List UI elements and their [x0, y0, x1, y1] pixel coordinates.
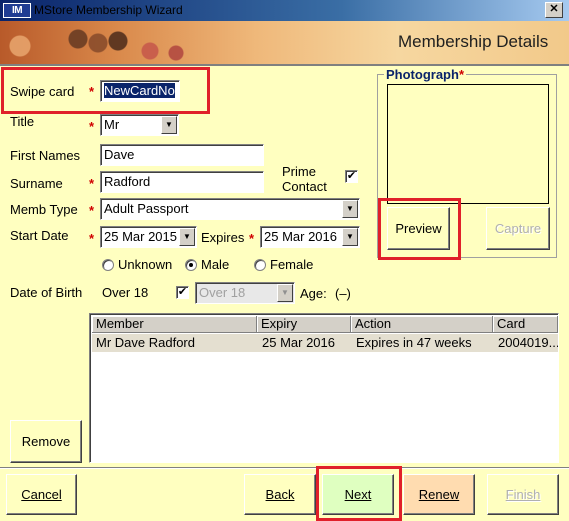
swipe-card-input[interactable]: NewCardNo	[100, 80, 180, 102]
finish-label: Finish	[505, 487, 541, 502]
required-marker: *	[89, 231, 95, 246]
next-label: Next	[344, 487, 372, 502]
first-names-label: First Names	[10, 148, 81, 163]
chevron-down-icon[interactable]: ▼	[161, 116, 177, 134]
surname-label: Surname	[10, 176, 63, 191]
over18-checkbox[interactable]: ✔	[176, 286, 189, 299]
banner-divider	[0, 64, 569, 66]
title-select[interactable]: Mr ▼	[100, 114, 179, 136]
next-button[interactable]: Next	[322, 474, 394, 515]
title-label: Title	[10, 114, 35, 129]
memb-type-select[interactable]: Adult Passport ▼	[100, 198, 360, 220]
remove-button[interactable]: Remove	[10, 420, 82, 463]
start-date-label: Start Date	[10, 228, 69, 243]
chevron-down-icon[interactable]: ▼	[342, 228, 358, 246]
title-value: Mr	[104, 117, 120, 132]
expires-value: 25 Mar 2016	[264, 229, 337, 244]
prime-contact-checkbox[interactable]: ✔	[345, 170, 358, 183]
expires-label: Expires	[201, 230, 245, 245]
required-marker: *	[89, 84, 95, 99]
cancel-label: Cancel	[21, 487, 62, 502]
prime-contact-label: Prime Contact	[282, 164, 327, 194]
gender-female-radio[interactable]	[254, 259, 266, 271]
column-header-action[interactable]: Action	[351, 316, 493, 333]
back-label: Back	[265, 487, 295, 502]
banner-image	[0, 21, 200, 64]
column-header-card[interactable]: Card	[493, 316, 558, 333]
prime-contact-label-line2: Contact	[282, 179, 327, 194]
photograph-frame	[387, 84, 549, 204]
memb-type-label: Memb Type	[10, 202, 78, 217]
cell-card: 2004019...	[498, 335, 558, 350]
column-header-member[interactable]: Member	[92, 316, 257, 333]
prime-contact-label-line1: Prime	[282, 164, 316, 179]
members-table[interactable]: Member Expiry Action Card Mr Dave Radfor…	[89, 313, 559, 463]
required-marker: *	[89, 203, 95, 218]
preview-button[interactable]: Preview	[387, 207, 450, 250]
cancel-button[interactable]: Cancel	[6, 474, 77, 515]
column-header-expiry[interactable]: Expiry	[257, 316, 351, 333]
first-names-input[interactable]: Dave	[100, 144, 264, 166]
required-marker: *	[249, 231, 255, 246]
required-marker: *	[89, 119, 95, 134]
cell-action: Expires in 47 weeks	[356, 335, 472, 350]
table-row[interactable]: Mr Dave Radford 25 Mar 2016 Expires in 4…	[92, 334, 558, 352]
app-logo-icon: IM	[3, 3, 31, 18]
page-title: Membership Details	[398, 32, 549, 51]
memb-type-value: Adult Passport	[104, 201, 189, 216]
over18-label: Over 18	[102, 285, 149, 300]
cell-member: Mr Dave Radford	[96, 335, 195, 350]
renew-label: Renew	[418, 487, 460, 502]
photograph-title: Photograph*	[384, 67, 466, 82]
finish-button[interactable]: Finish	[487, 474, 559, 515]
photograph-title-text: Photograph	[386, 67, 459, 82]
cell-expiry: 25 Mar 2016	[262, 335, 335, 350]
expires-date-picker[interactable]: 25 Mar 2016 ▼	[260, 226, 360, 248]
gender-female-label: Female	[270, 257, 314, 272]
gender-male-radio[interactable]	[185, 259, 197, 271]
close-button[interactable]: ✕	[545, 2, 563, 18]
bottom-divider	[0, 467, 569, 469]
required-marker: *	[89, 176, 95, 191]
back-button[interactable]: Back	[244, 474, 316, 515]
dob-label: Date of Birth	[10, 285, 83, 300]
age-label: Age:	[300, 286, 327, 301]
chevron-down-icon[interactable]: ▼	[342, 200, 358, 218]
window-title: MStore Membership Wizard	[34, 3, 183, 17]
surname-input[interactable]: Radford	[100, 171, 264, 193]
required-marker: *	[458, 67, 464, 82]
swipe-card-label: Swipe card	[10, 84, 75, 99]
age-value: (–)	[335, 286, 351, 301]
start-date-value: 25 Mar 2015	[104, 229, 177, 244]
dob-select-value: Over 18	[199, 285, 246, 300]
renew-button[interactable]: Renew	[403, 474, 475, 515]
chevron-down-icon[interactable]: ▼	[179, 228, 195, 246]
gender-unknown-label: Unknown	[118, 257, 173, 272]
gender-unknown-radio[interactable]	[102, 259, 114, 271]
gender-male-label: Male	[201, 257, 230, 272]
capture-button[interactable]: Capture	[486, 207, 550, 250]
dob-select[interactable]: Over 18 ▼	[195, 282, 295, 304]
swipe-card-value: NewCardNo	[104, 83, 175, 98]
start-date-picker[interactable]: 25 Mar 2015 ▼	[100, 226, 197, 248]
chevron-down-icon[interactable]: ▼	[277, 284, 293, 302]
